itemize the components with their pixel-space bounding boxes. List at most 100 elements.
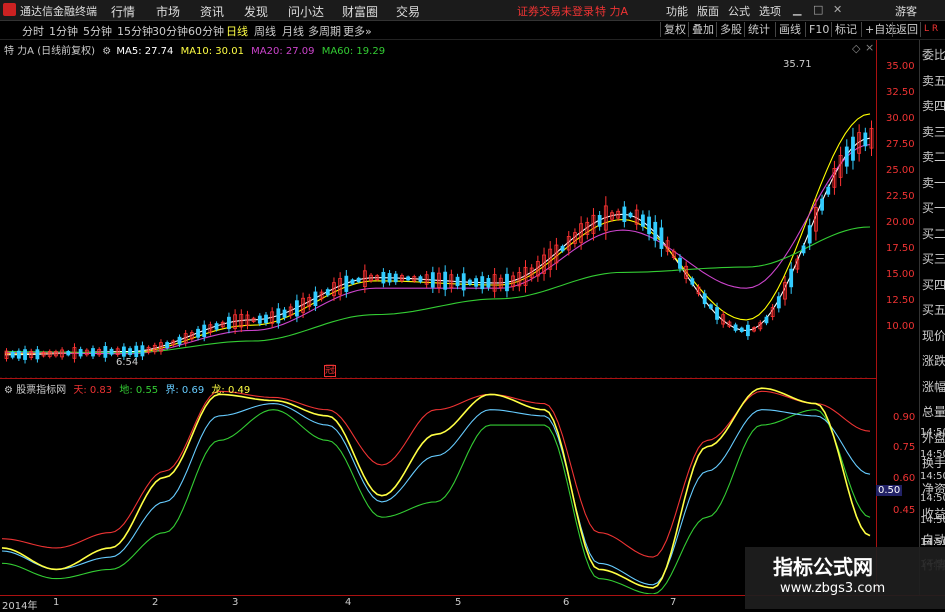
side-panel-item[interactable]: 卖一 xyxy=(922,174,945,191)
candle-body xyxy=(746,324,750,337)
side-panel-item[interactable]: 总量 xyxy=(922,403,945,420)
candle-body xyxy=(35,349,40,360)
period-60min[interactable]: 60分钟 xyxy=(188,23,224,39)
main-chart[interactable]: 特 力A (日线前复权) ⚙ MA5: 27.74 MA10: 30.01 MA… xyxy=(0,40,915,379)
candle-body xyxy=(294,300,299,317)
menu-layout[interactable]: 版面 xyxy=(697,3,719,19)
minimize-icon[interactable]: ▁ xyxy=(793,3,801,16)
period-5min[interactable]: 5分钟 xyxy=(83,23,112,39)
period-intraday[interactable]: 分时 xyxy=(22,23,44,39)
side-panel-item[interactable]: 涨幅 xyxy=(922,378,945,395)
indicator-tick: 0.90 xyxy=(893,412,916,423)
menu-quotes[interactable]: 行情 xyxy=(111,3,135,20)
menu-wealth[interactable]: 财富圈 xyxy=(342,3,378,20)
candle-body xyxy=(165,342,170,349)
diamond-icon[interactable]: ◇ xyxy=(852,42,860,55)
menu-ask[interactable]: 问小达 xyxy=(288,3,324,20)
candle-body xyxy=(91,348,95,357)
menu-market[interactable]: 市场 xyxy=(156,3,180,20)
side-panel-item[interactable]: 卖二 xyxy=(922,148,945,165)
period-monthly[interactable]: 月线 xyxy=(282,23,304,39)
candle-body xyxy=(702,293,707,305)
app-name: 通达信金融终端 xyxy=(20,5,97,18)
candle-body xyxy=(678,257,682,269)
candle-body xyxy=(764,316,769,324)
period-weekly[interactable]: 周线 xyxy=(254,23,276,39)
indicator-tick: 0.60 xyxy=(893,473,916,484)
side-panel-item[interactable]: 净资 xyxy=(922,480,945,497)
period-15min[interactable]: 15分钟 xyxy=(117,23,153,39)
menu-formula[interactable]: 公式 xyxy=(728,3,750,19)
candle-body xyxy=(733,324,738,331)
price-tick: 15.00 xyxy=(886,269,915,280)
side-panel-item[interactable]: 换手 xyxy=(922,454,945,471)
candle-body xyxy=(356,277,361,283)
candle-body xyxy=(708,304,713,309)
side-panel-item[interactable]: 买四 xyxy=(922,276,945,293)
tool-overlay[interactable]: 叠加 xyxy=(688,22,717,37)
legend-tian: 天: 0.83 xyxy=(73,385,113,396)
level2-icon[interactable]: L R xyxy=(920,22,941,37)
candle-body xyxy=(66,350,71,356)
tool-f10[interactable]: F10 xyxy=(805,22,832,37)
period-1min[interactable]: 1分钟 xyxy=(49,23,78,39)
candle-body xyxy=(807,225,812,244)
event-marker[interactable]: 冠 xyxy=(324,365,336,377)
candle-body xyxy=(325,289,330,296)
indicator-title: 股票指标网 xyxy=(16,385,67,396)
tool-mark[interactable]: 标记 xyxy=(831,22,860,37)
side-panel-item[interactable]: 卖五 xyxy=(922,72,945,89)
candle-body xyxy=(393,273,398,283)
side-panel-item[interactable]: 买五 xyxy=(922,301,945,318)
legend-ma5: MA5: 27.74 xyxy=(116,46,174,57)
tool-multistock[interactable]: 多股 xyxy=(716,22,745,37)
side-panel-item[interactable]: 外盘 xyxy=(922,429,945,446)
menu-function[interactable]: 功能 xyxy=(666,3,688,19)
settings-gear-icon[interactable]: ⚙ xyxy=(4,385,13,396)
close-panel-icon[interactable]: × xyxy=(865,41,874,54)
menu-options[interactable]: 选项 xyxy=(759,3,781,19)
side-panel-item[interactable]: 卖三 xyxy=(922,123,945,140)
candle-body xyxy=(622,206,627,222)
close-icon[interactable]: ✕ xyxy=(833,3,842,16)
candle-body xyxy=(647,216,651,235)
side-panel-item[interactable]: 涨跌 xyxy=(922,352,945,369)
month-tick: 2 xyxy=(152,597,159,608)
side-panel-item[interactable]: 现价 xyxy=(922,327,945,344)
indicator-line xyxy=(1,409,871,594)
side-panel-item[interactable]: 买二 xyxy=(922,225,945,242)
main-chart-canvas xyxy=(0,113,874,378)
menu-trade[interactable]: 交易 xyxy=(396,3,420,20)
side-panel-item[interactable]: 收益 xyxy=(922,505,945,522)
tool-back[interactable]: 返回 xyxy=(892,22,921,37)
period-daily[interactable]: 日线 xyxy=(226,23,248,39)
candle-body xyxy=(443,271,448,290)
tool-adjust[interactable]: 复权 xyxy=(660,22,689,37)
side-panel-item[interactable]: 委比 xyxy=(922,46,945,63)
side-panel-item[interactable]: 自动 xyxy=(922,531,945,548)
period-more[interactable]: 更多» xyxy=(343,23,372,39)
restore-icon[interactable]: □ xyxy=(813,3,823,16)
login-warning[interactable]: 证券交易未登录 xyxy=(517,3,594,19)
tool-draw[interactable]: 画线 xyxy=(775,22,804,37)
menu-news[interactable]: 资讯 xyxy=(200,3,224,20)
candle-body xyxy=(16,350,21,359)
watermark-title: 指标公式网 xyxy=(773,555,873,579)
candle-body xyxy=(313,291,318,307)
side-panel-item[interactable]: 买三 xyxy=(922,250,945,267)
tool-stats[interactable]: 统计 xyxy=(744,22,773,37)
indicator-line xyxy=(1,387,871,589)
candle-body xyxy=(381,271,386,284)
month-tick: 6 xyxy=(563,597,570,608)
side-panel-item[interactable]: 卖四 xyxy=(922,97,945,114)
user-label[interactable]: 游客 xyxy=(895,3,917,19)
menu-discover[interactable]: 发现 xyxy=(244,3,268,20)
side-panel-item[interactable]: 买一 xyxy=(922,199,945,216)
candle-body xyxy=(128,348,132,355)
period-30min[interactable]: 30分钟 xyxy=(152,23,188,39)
period-multi[interactable]: 多周期 xyxy=(308,23,341,39)
settings-gear-icon[interactable]: ⚙ xyxy=(102,46,111,57)
candle-body xyxy=(474,278,478,287)
quote-side-panel: 委比卖五卖四卖三卖二卖一买一买二买三买四买五现价涨跌涨幅总量外盘换手净资收益自动… xyxy=(919,40,945,595)
candle-body xyxy=(597,214,602,227)
